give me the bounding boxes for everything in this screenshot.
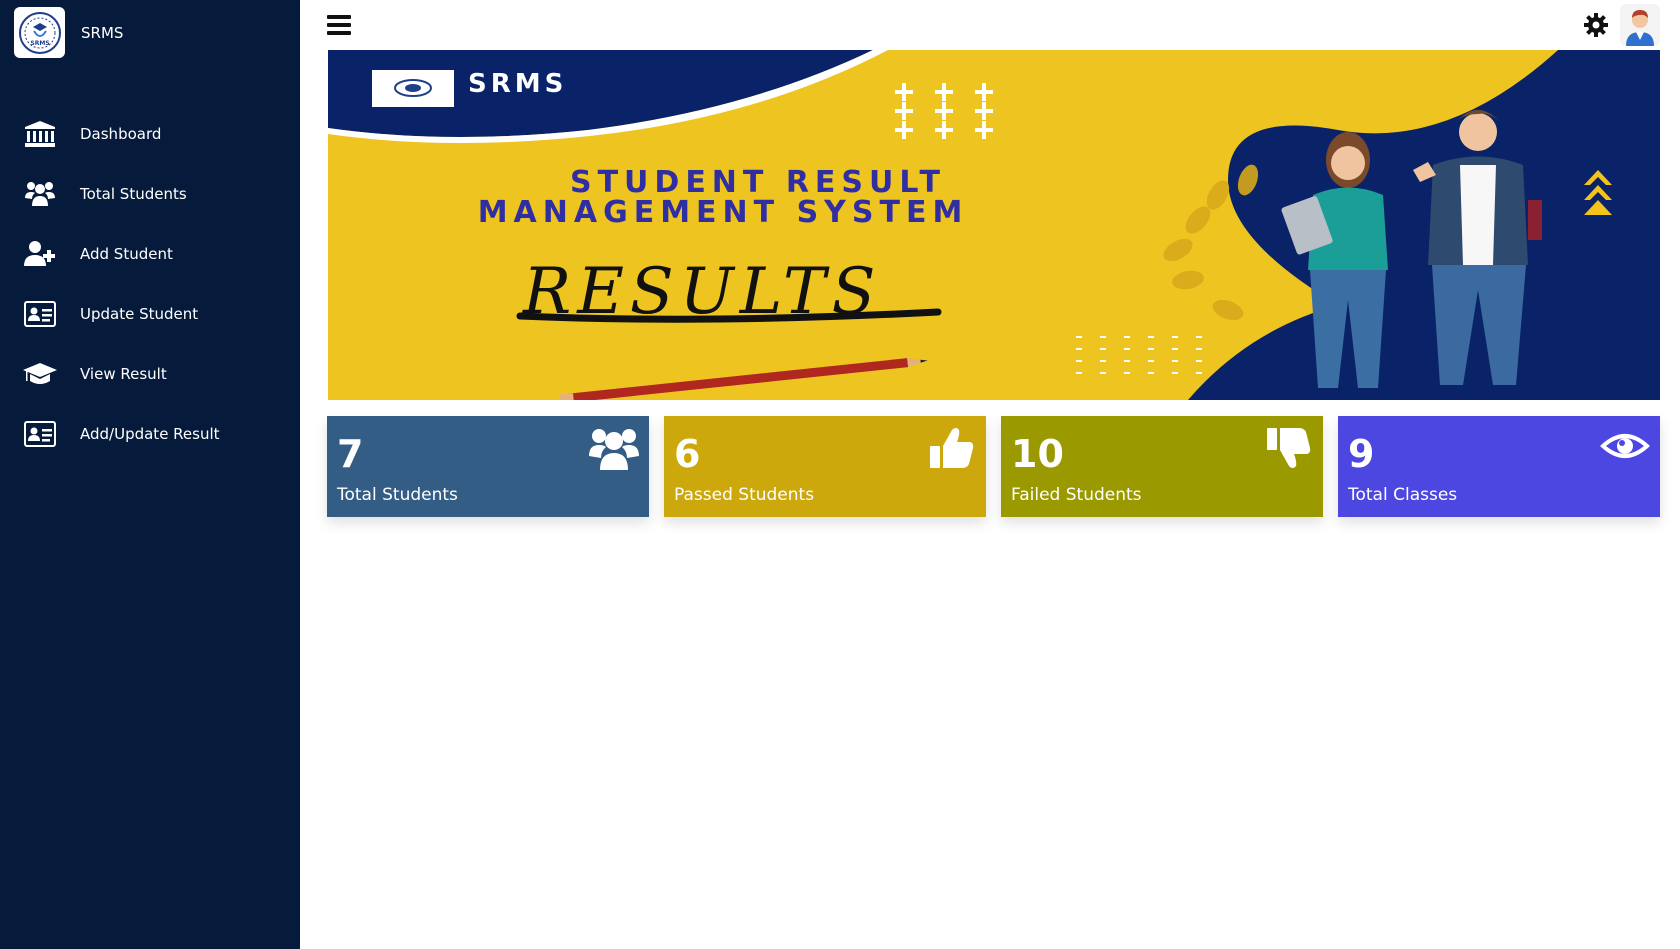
eye-icon [1600,424,1650,472]
card-value: 10 [1011,432,1064,476]
hero-banner: SRMS STUDENT RESULT MANAGEMENT SYSTEM RE… [328,50,1660,400]
user-plus-icon [22,239,58,269]
sidebar-item-total-students[interactable]: Total Students [0,164,300,224]
total-classes-card[interactable]: 9 Total Classes [1338,416,1660,517]
id-card-icon [22,299,58,329]
card-label: Total Students [337,485,458,505]
sidebar: SRMS SRMS Dashboard Total Students Add S… [0,0,300,949]
sidebar-nav: Dashboard Total Students Add Student Upd… [0,104,300,464]
total-students-card[interactable]: 7 Total Students [327,416,649,517]
card-value: 9 [1348,432,1375,476]
banner-brand: SRMS [468,69,568,99]
card-label: Total Classes [1348,485,1458,505]
gear-icon[interactable] [1583,12,1609,38]
brand-logo: SRMS [14,7,65,58]
card-value: 6 [674,432,701,476]
stat-cards: 7 Total Students 6 Passed Students 10 Fa… [327,416,1661,517]
sidebar-item-add-update-result[interactable]: Add/Update Result [0,404,300,464]
brand-name: SRMS [81,23,124,42]
graduation-cap-icon [22,359,58,389]
sidebar-item-add-student[interactable]: Add Student [0,224,300,284]
sidebar-item-update-student[interactable]: Update Student [0,284,300,344]
sidebar-item-dashboard[interactable]: Dashboard [0,104,300,164]
sidebar-item-view-result[interactable]: View Result [0,344,300,404]
avatar[interactable] [1620,4,1660,46]
topbar [300,0,1680,50]
sidebar-item-label: Total Students [80,185,187,203]
users-icon [22,179,58,209]
sidebar-item-label: Dashboard [80,125,162,143]
sidebar-item-label: Update Student [80,305,199,323]
sidebar-item-label: View Result [80,365,167,383]
card-label: Failed Students [1011,485,1142,505]
banner-title-line2: MANAGEMENT SYSTEM [477,195,969,230]
failed-students-card[interactable]: 10 Failed Students [1001,416,1323,517]
thumbs-up-icon [926,424,976,472]
brand[interactable]: SRMS SRMS [14,7,123,58]
thumbs-down-icon [1263,424,1313,472]
sidebar-item-label: Add/Update Result [80,425,220,443]
id-card-icon [22,419,58,449]
sidebar-item-label: Add Student [80,245,173,263]
bank-icon [22,119,58,149]
users-icon [589,424,639,472]
svg-text:SRMS: SRMS [30,40,49,47]
passed-students-card[interactable]: 6 Passed Students [664,416,986,517]
banner-results-word: RESULTS [523,255,882,329]
card-label: Passed Students [674,485,815,505]
menu-toggle-icon[interactable] [327,15,351,35]
card-value: 7 [337,432,364,476]
